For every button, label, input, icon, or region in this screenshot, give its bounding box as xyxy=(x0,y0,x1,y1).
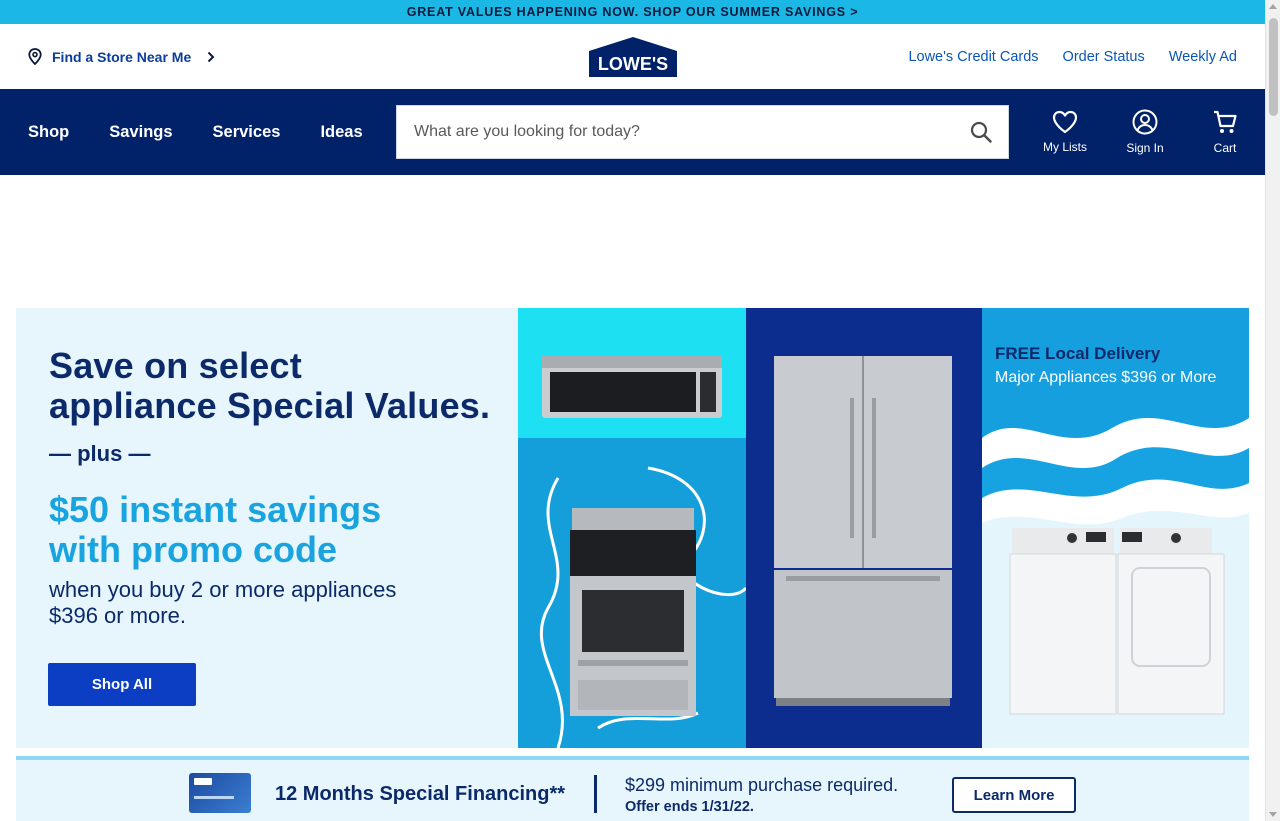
heart-icon xyxy=(1052,110,1078,134)
hero-banner[interactable]: Save on select appliance Special Values.… xyxy=(16,308,1249,748)
hero-subtext: when you buy 2 or more appliances $396 o… xyxy=(49,577,396,629)
page: GREAT VALUES HAPPENING NOW. SHOP OUR SUM… xyxy=(0,0,1265,821)
logo-text: LOWE'S xyxy=(598,54,668,74)
search-button[interactable] xyxy=(954,106,1008,158)
find-store-link[interactable]: Find a Store Near Me xyxy=(28,48,215,65)
hero-title: Save on select appliance Special Values. xyxy=(49,346,490,426)
weekly-ad-link[interactable]: Weekly Ad xyxy=(1169,49,1237,65)
nav-savings[interactable]: Savings xyxy=(109,123,172,142)
card-chip xyxy=(194,778,212,785)
nav-icons: My Lists Sign In Cart xyxy=(1025,89,1265,175)
chevron-right-icon xyxy=(208,51,215,62)
hero-sub-line1: when you buy 2 or more appliances xyxy=(49,577,397,602)
scrollbar[interactable] xyxy=(1265,0,1280,821)
search-input[interactable] xyxy=(397,106,954,158)
hero-savings: $50 instant savings with promo code xyxy=(49,490,381,570)
utility-header: Find a Store Near Me LOWE'S Lowe's Credi… xyxy=(0,24,1265,89)
nav-ideas[interactable]: Ideas xyxy=(320,123,362,142)
hero-title-line2: appliance Special Values. xyxy=(49,385,491,426)
learn-more-button[interactable]: Learn More xyxy=(952,777,1076,813)
sign-in-button[interactable]: Sign In xyxy=(1105,89,1185,175)
card-number xyxy=(194,796,234,799)
credit-cards-link[interactable]: Lowe's Credit Cards xyxy=(908,49,1038,65)
shop-all-button[interactable]: Shop All xyxy=(48,663,196,706)
financing-title: 12 Months Special Financing** xyxy=(275,783,566,805)
hero-sub-line2: $396 or more. xyxy=(49,603,186,628)
location-pin-icon xyxy=(28,48,42,65)
washer-image xyxy=(1009,528,1117,715)
microwave-image xyxy=(542,356,722,418)
refrigerator-image xyxy=(774,356,952,706)
cart-button[interactable]: Cart xyxy=(1185,89,1265,175)
scroll-up-icon[interactable] xyxy=(1269,4,1277,9)
hero-savings-line2: with promo code xyxy=(49,529,337,570)
scrollbar-thumb[interactable] xyxy=(1269,18,1278,116)
user-icon xyxy=(1132,109,1158,135)
financing-requirement: $299 minimum purchase required. xyxy=(625,775,899,795)
appliance-panel-laundry: FREE Local Delivery Major Appliances $39… xyxy=(982,308,1249,748)
nav-services[interactable]: Services xyxy=(213,123,281,142)
order-status-link[interactable]: Order Status xyxy=(1063,49,1145,65)
search-icon xyxy=(970,121,992,143)
cart-label: Cart xyxy=(1213,141,1237,155)
hero-copy: Save on select appliance Special Values.… xyxy=(16,308,518,748)
promo-bar: GREAT VALUES HAPPENING NOW. SHOP OUR SUM… xyxy=(0,0,1265,24)
appliance-panel-cooking xyxy=(518,308,746,748)
nav-menu: Shop Savings Services Ideas xyxy=(28,123,363,142)
search-bar xyxy=(396,105,1009,159)
find-store-label: Find a Store Near Me xyxy=(52,48,192,65)
lowes-logo-icon: LOWE'S xyxy=(589,37,677,77)
my-lists-button[interactable]: My Lists xyxy=(1025,89,1105,175)
range-image xyxy=(570,508,696,716)
hero-plus: — plus — xyxy=(49,441,151,466)
hero-savings-line1: $50 instant savings xyxy=(49,489,382,530)
financing-banner[interactable]: 12 Months Special Financing** $299 minim… xyxy=(16,756,1249,821)
promo-bar-link[interactable]: GREAT VALUES HAPPENING NOW. SHOP OUR SUM… xyxy=(407,5,859,19)
lowes-logo[interactable]: LOWE'S xyxy=(589,37,677,77)
nav-shop[interactable]: Shop xyxy=(28,123,69,142)
scroll-down-icon[interactable] xyxy=(1269,812,1277,817)
financing-offer-ends: Offer ends 1/31/22. xyxy=(625,799,754,815)
my-lists-label: My Lists xyxy=(1042,140,1087,154)
sign-in-label: Sign In xyxy=(1126,141,1164,155)
dryer-image xyxy=(1117,528,1225,715)
financing-divider xyxy=(594,775,597,813)
appliance-panel-fridge xyxy=(746,308,982,748)
washer-dryer-image xyxy=(1009,528,1225,715)
cooking-illustration xyxy=(539,356,746,748)
cart-icon xyxy=(1214,110,1237,133)
credit-card-image xyxy=(189,773,251,813)
hero-title-line1: Save on select xyxy=(49,345,302,386)
main-nav: Shop Savings Services Ideas My Lists xyxy=(0,89,1265,175)
utility-links: Lowe's Credit Cards Order Status Weekly … xyxy=(908,49,1237,65)
